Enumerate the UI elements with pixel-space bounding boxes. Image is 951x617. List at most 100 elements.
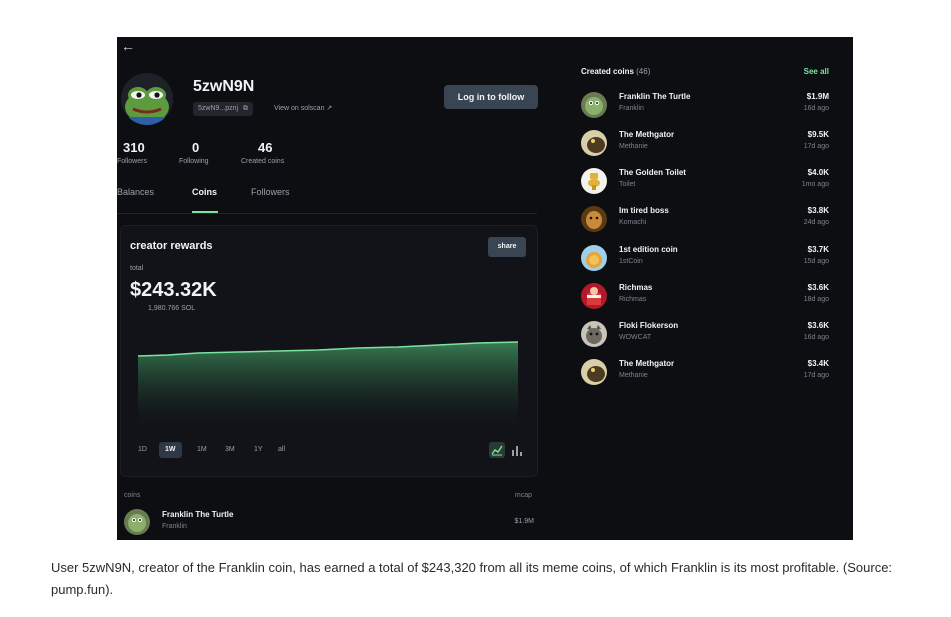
image-caption: User 5zwN9N, creator of the Franklin coi… — [51, 560, 893, 597]
coin-name: Franklin The Turtle — [162, 510, 234, 519]
gator-icon — [581, 359, 607, 385]
rewards-area — [138, 342, 518, 426]
coin-ticker: Methanie — [619, 372, 648, 379]
turtle-icon — [581, 92, 607, 118]
stat-created-coins[interactable]: 46 Created coins — [241, 140, 284, 165]
stat-value: 310 — [123, 140, 145, 155]
list-item[interactable]: Floki Flokerson WOWCAT $3.6K 16d ago — [581, 319, 829, 353]
coins-column-header: coins — [124, 492, 141, 499]
rewards-title: creator rewards — [130, 240, 213, 252]
coin-mcap: $9.5K — [807, 130, 829, 139]
coin-ticker: Komachi — [619, 219, 647, 226]
coin-age: 16d ago — [803, 334, 829, 341]
coin-age: 24d ago — [803, 219, 829, 226]
created-coins-count: (46) — [636, 67, 651, 76]
list-item[interactable]: 1st edition coin 1stCoin $3.7K 15d ago — [581, 243, 829, 277]
stat-value: 46 — [258, 140, 273, 155]
rewards-chart[interactable] — [138, 326, 518, 426]
list-item[interactable]: The Methgator Methanie $9.5K 17d ago — [581, 128, 829, 162]
see-all-link[interactable]: See all — [804, 67, 829, 76]
login-to-follow-button[interactable]: Log in to follow — [444, 85, 538, 109]
list-item[interactable]: The Methgator Methanie $3.4K 17d ago — [581, 357, 829, 391]
line-chart-icon[interactable] — [489, 442, 505, 458]
dog-icon — [581, 206, 607, 232]
coin-name: Im tired boss — [619, 206, 669, 215]
solscan-link[interactable]: View on solscan ↗ — [274, 104, 332, 112]
stat-label: Created coins — [241, 158, 285, 165]
coin-age: 1mo ago — [801, 181, 829, 188]
creator-rewards-card: creator rewards share total $243.32K 1,9… — [120, 225, 538, 477]
username: 5zwN9N — [193, 78, 255, 95]
profile-panel: ← 5zwN9N 5zwN9...pznj ⧉ View on solscan … — [117, 37, 553, 540]
frog-avatar-icon — [121, 73, 173, 125]
coin-ticker: Richmas — [619, 296, 647, 303]
coin-age: 17d ago — [803, 143, 829, 150]
total-value: $243.32K — [130, 279, 217, 301]
list-item[interactable]: Franklin The Turtle Franklin $1.9M — [124, 507, 534, 535]
created-coins-panel: Created coins (46) See all Franklin The … — [576, 37, 853, 540]
coin-ticker: WOWCAT — [619, 334, 652, 341]
turtle-icon — [124, 509, 150, 535]
list-item[interactable]: The Golden Toilet Toilet $4.0K 1mo ago — [581, 166, 829, 200]
range-all[interactable]: all — [278, 442, 285, 458]
stat-value: 0 — [192, 140, 200, 155]
coin-name: 1st edition coin — [619, 245, 678, 254]
coin-ticker: Toilet — [619, 181, 636, 188]
coin-name: Floki Flokerson — [619, 321, 679, 330]
coin-ticker: Methanie — [619, 143, 648, 150]
coin-ticker: Franklin — [619, 105, 644, 112]
coin-ticker: 1stCoin — [619, 258, 643, 265]
coin-mcap: $3.4K — [807, 359, 829, 368]
range-1m[interactable]: 1M — [197, 442, 207, 458]
coin-age: 18d ago — [803, 296, 829, 303]
coin-age: 16d ago — [803, 105, 829, 112]
toilet-icon — [581, 168, 607, 194]
coin-mcap: $4.0K — [807, 168, 829, 177]
list-item[interactable]: Im tired boss Komachi $3.8K 24d ago — [581, 204, 829, 238]
total-label: total — [130, 265, 144, 272]
profile-tabs: Balances Coins Followers — [117, 187, 537, 214]
stat-label: Following — [179, 158, 209, 165]
range-1w[interactable]: 1W — [159, 442, 182, 458]
screenshot: ← 5zwN9N 5zwN9...pznj ⧉ View on solscan … — [117, 37, 853, 540]
share-button[interactable]: share — [488, 237, 526, 257]
avatar — [121, 73, 173, 125]
mcap-column-header: mcap — [514, 492, 532, 499]
stat-label: Followers — [117, 158, 147, 165]
sol-value: 1,980.766 SOL — [148, 305, 196, 312]
santa-icon — [581, 283, 607, 309]
tab-balances[interactable]: Balances — [117, 187, 154, 197]
range-1y[interactable]: 1Y — [254, 442, 263, 458]
coin-mcap: $3.7K — [807, 245, 829, 254]
range-1d[interactable]: 1D — [138, 442, 147, 458]
stat-following[interactable]: 0 Following — [179, 140, 209, 165]
stat-followers[interactable]: 310 Followers — [117, 140, 147, 165]
coin-name: Richmas — [619, 283, 653, 292]
tab-coins[interactable]: Coins — [192, 187, 217, 197]
coin-mcap: $1.9M — [806, 92, 829, 101]
active-tab-indicator — [192, 211, 218, 213]
range-3m[interactable]: 3M — [225, 442, 235, 458]
coin-mcap: $3.6K — [807, 321, 829, 330]
coin-name: Franklin The Turtle — [619, 92, 691, 101]
created-coins-title: Created coins (46) — [581, 67, 650, 76]
bar-chart-icon[interactable] — [511, 444, 523, 456]
address-text: 5zwN9...pznj — [198, 105, 239, 112]
back-arrow-icon[interactable]: ← — [121, 38, 135, 54]
coin-name: The Methgator — [619, 359, 675, 368]
coin-mcap: $3.6K — [807, 283, 829, 292]
list-item[interactable]: Richmas Richmas $3.6K 18d ago — [581, 281, 829, 315]
copy-icon[interactable]: ⧉ — [243, 105, 248, 112]
tab-followers[interactable]: Followers — [251, 187, 290, 197]
gator-icon — [581, 130, 607, 156]
coin-mcap: $1.9M — [514, 518, 534, 525]
coin-name: The Golden Toilet — [619, 168, 686, 177]
address-chip[interactable]: 5zwN9...pznj ⧉ — [193, 102, 254, 116]
list-item[interactable]: Franklin The Turtle Franklin $1.9M 16d a… — [581, 90, 829, 124]
coin-age: 15d ago — [803, 258, 829, 265]
coin-age: 17d ago — [803, 372, 829, 379]
coin-ticker: Franklin — [162, 523, 187, 530]
coin-name: The Methgator — [619, 130, 675, 139]
coin-mcap: $3.8K — [807, 206, 829, 215]
created-coins-label: Created coins — [581, 67, 634, 76]
